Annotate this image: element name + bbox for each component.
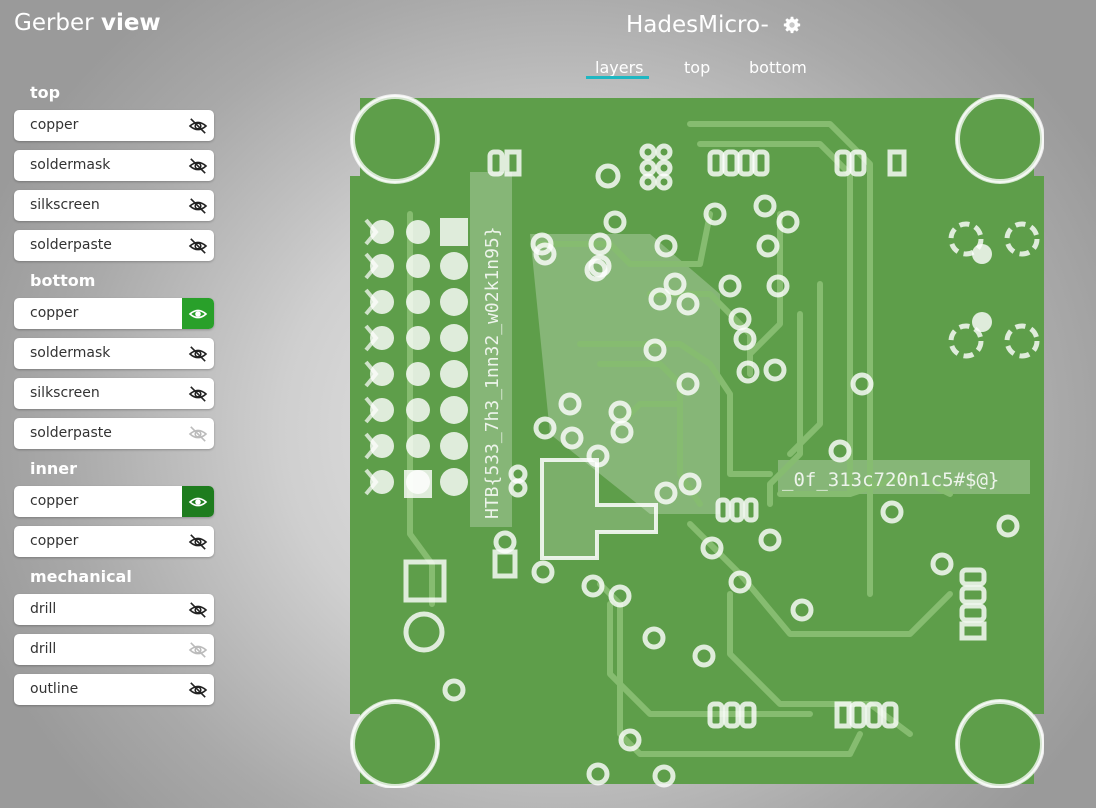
- layer-top-copper[interactable]: copper: [14, 110, 214, 141]
- layer-label: solderpaste: [30, 425, 112, 441]
- eye-slash-icon[interactable]: [182, 230, 214, 261]
- eye-icon[interactable]: [182, 298, 214, 329]
- section-label-bottom: bottom: [30, 271, 96, 290]
- eye-slash-icon[interactable]: [182, 110, 214, 141]
- app-title-bold: view: [100, 10, 161, 36]
- section-label-inner: inner: [30, 459, 78, 478]
- active-tab-indicator: [586, 76, 649, 79]
- layer-bottom-copper[interactable]: copper: [14, 298, 214, 329]
- gear-icon[interactable]: [783, 16, 801, 34]
- layer-label: silkscreen: [30, 385, 100, 401]
- app-title: Gerber view: [14, 10, 161, 36]
- layer-label: copper: [30, 533, 79, 549]
- pcb-board-view[interactable]: HTB{533_7h3_1nn32_w02k1n95} _0f_313c720n…: [350, 94, 1044, 788]
- layer-mech-drill-1[interactable]: drill: [14, 594, 214, 625]
- silk-text-vertical: HTB{533_7h3_1nn32_w02k1n95}: [482, 226, 503, 519]
- tab-layers[interactable]: layers: [595, 58, 643, 77]
- eye-icon[interactable]: [182, 486, 214, 517]
- silk-text-horizontal: _0f_313c720n1c5#$@}: [782, 469, 999, 491]
- layer-bottom-silkscreen[interactable]: silkscreen: [14, 378, 214, 409]
- layer-label: solderpaste: [30, 237, 112, 253]
- layer-mech-drill-2[interactable]: drill: [14, 634, 214, 665]
- layer-label: soldermask: [30, 345, 111, 361]
- section-label-top: top: [30, 83, 61, 102]
- eye-slash-icon[interactable]: [182, 526, 214, 557]
- layer-mech-outline[interactable]: outline: [14, 674, 214, 705]
- layer-label: silkscreen: [30, 197, 100, 213]
- eye-slash-icon[interactable]: [182, 338, 214, 369]
- layer-label: copper: [30, 117, 79, 133]
- layer-label: outline: [30, 681, 79, 697]
- eye-slash-icon[interactable]: [182, 190, 214, 221]
- layer-top-silkscreen[interactable]: silkscreen: [14, 190, 214, 221]
- layer-label: copper: [30, 493, 79, 509]
- eye-slash-icon[interactable]: [182, 418, 214, 449]
- layer-top-solderpaste[interactable]: solderpaste: [14, 230, 214, 261]
- layer-label: drill: [30, 601, 57, 617]
- layer-label: drill: [30, 641, 57, 657]
- layer-bottom-soldermask[interactable]: soldermask: [14, 338, 214, 369]
- eye-slash-icon[interactable]: [182, 674, 214, 705]
- tab-bottom[interactable]: bottom: [749, 58, 807, 77]
- eye-slash-icon[interactable]: [182, 150, 214, 181]
- layer-inner-copper-1[interactable]: copper: [14, 486, 214, 517]
- layer-top-soldermask[interactable]: soldermask: [14, 150, 214, 181]
- project-title: HadesMicro-: [626, 12, 769, 38]
- app-title-normal: Gerber: [14, 10, 101, 36]
- eye-slash-icon[interactable]: [182, 378, 214, 409]
- eye-slash-icon[interactable]: [182, 634, 214, 665]
- layer-bottom-solderpaste[interactable]: solderpaste: [14, 418, 214, 449]
- layer-inner-copper-2[interactable]: copper: [14, 526, 214, 557]
- eye-slash-icon[interactable]: [182, 594, 214, 625]
- layer-label: soldermask: [30, 157, 111, 173]
- section-label-mechanical: mechanical: [30, 567, 132, 586]
- layer-label: copper: [30, 305, 79, 321]
- tab-top[interactable]: top: [684, 58, 710, 77]
